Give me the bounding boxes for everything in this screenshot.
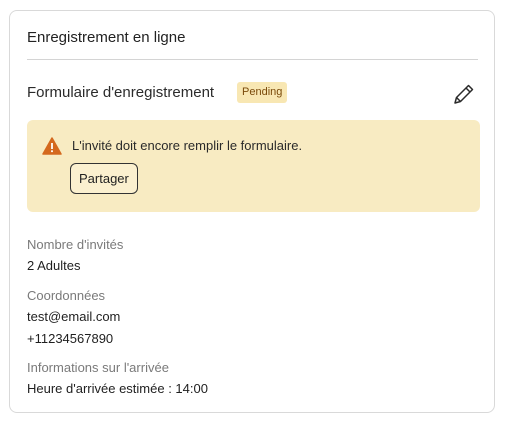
email-value: test@email.com (27, 309, 121, 324)
card-title: Enregistrement en ligne (27, 29, 186, 46)
guests-label: Nombre d'invités (27, 237, 124, 252)
form-title: Formulaire d'enregistrement (27, 84, 215, 101)
pencil-icon (454, 84, 474, 104)
online-checkin-card: Enregistrement en ligne Formulaire d'enr… (9, 10, 495, 413)
warning-icon (42, 137, 62, 155)
arrival-value: Heure d'arrivée estimée : 14:00 (27, 381, 208, 396)
status-badge: Pending (237, 82, 288, 103)
share-button[interactable]: Partager (70, 163, 138, 194)
phone-value: +11234567890 (27, 331, 114, 346)
guests-value: 2 Adultes (27, 258, 81, 273)
arrival-label: Informations sur l'arrivée (27, 360, 169, 375)
pending-form-alert: L'invité doit encore remplir le formulai… (27, 120, 480, 212)
edit-button[interactable] (451, 81, 477, 107)
alert-message: L'invité doit encore remplir le formulai… (72, 138, 303, 153)
divider (27, 59, 478, 60)
contact-label: Coordonnées (27, 288, 106, 303)
